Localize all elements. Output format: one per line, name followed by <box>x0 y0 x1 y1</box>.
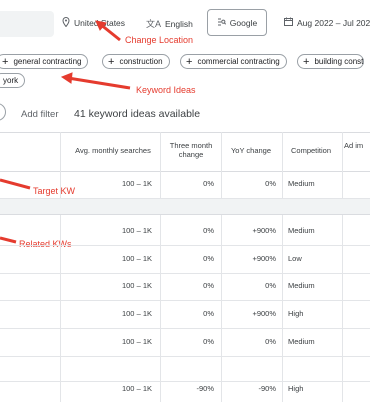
three-month-change-cell: 0% <box>203 254 214 263</box>
three-month-change-cell: 0% <box>203 337 214 346</box>
section-divider <box>0 199 370 215</box>
column-header-ad-impression-share[interactable]: Ad im <box>344 141 370 150</box>
table-row[interactable]: 100 – 1K 0% +900% High <box>0 298 370 329</box>
keyword-count: 41 keyword ideas available <box>74 108 201 120</box>
table-row[interactable]: 100 – 1K -90% -90% High <box>0 353 370 393</box>
avg-searches-cell: 100 – 1K <box>121 309 152 318</box>
competition-cell: High <box>288 309 304 318</box>
annotation-change-location: Change Location <box>125 35 194 45</box>
add-filter-button[interactable]: Add filter <box>21 109 59 120</box>
annotation-keyword-ideas: Keyword Ideas <box>136 85 196 95</box>
competition-cell: Medium <box>288 281 315 290</box>
three-month-change-cell: 0% <box>203 281 214 290</box>
row-divider <box>0 381 370 382</box>
yoy-change-cell: 0% <box>265 281 276 290</box>
three-month-change-cell: 0% <box>203 179 214 188</box>
avg-searches-cell: 100 – 1K <box>121 226 152 235</box>
yoy-change-cell: 0% <box>265 179 276 188</box>
column-header-competition[interactable]: Competition <box>282 146 340 155</box>
competition-cell: Medium <box>288 337 315 346</box>
column-header-three-month[interactable]: Three month change <box>162 141 220 159</box>
avg-searches-cell: 100 – 1K <box>121 337 152 346</box>
avg-searches-cell: 100 – 1K <box>121 254 152 263</box>
three-month-change-cell: 0% <box>203 309 214 318</box>
three-month-change-cell: 0% <box>203 226 214 235</box>
avg-searches-cell: 100 – 1K <box>121 179 152 188</box>
yoy-change-cell: +900% <box>252 226 276 235</box>
table-row-target-keyword[interactable]: 100 – 1K 0% 0% Medium <box>0 168 370 199</box>
column-header-avg-searches[interactable]: Avg. monthly searches <box>66 146 160 155</box>
yoy-change-cell: 0% <box>265 337 276 346</box>
competition-cell: Low <box>288 254 302 263</box>
competition-cell: Medium <box>288 179 315 188</box>
yoy-change-cell: +900% <box>252 254 276 263</box>
table-row[interactable]: 100 – 1K 0% 0% Medium <box>0 270 370 301</box>
table-row[interactable]: 100 – 1K 0% +900% Medium <box>0 215 370 246</box>
column-header-yoy[interactable]: YoY change <box>222 146 280 155</box>
yoy-change-cell: +900% <box>252 309 276 318</box>
avg-searches-cell: 100 – 1K <box>121 281 152 290</box>
competition-cell: Medium <box>288 226 315 235</box>
